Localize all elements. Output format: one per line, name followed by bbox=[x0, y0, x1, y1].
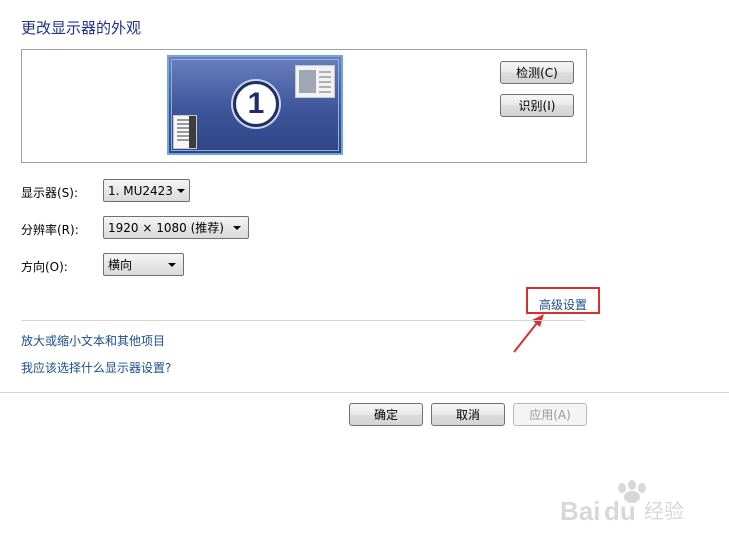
resolution-select[interactable]: 1920 × 1080 (推荐) bbox=[103, 216, 249, 239]
which-settings-link[interactable]: 我应该选择什么显示器设置? bbox=[21, 359, 171, 376]
annotation-highlight-box bbox=[526, 287, 600, 314]
chevron-down-icon bbox=[176, 188, 185, 193]
orientation-label: 方向(O): bbox=[21, 260, 68, 274]
chevron-down-icon bbox=[233, 225, 241, 230]
resolution-label: 分辨率(R): bbox=[21, 223, 79, 237]
annotation-arrow-icon bbox=[513, 314, 544, 353]
monitor-number: 1 bbox=[247, 87, 265, 120]
window-thumbnail-icon bbox=[295, 65, 335, 98]
monitor-1-thumbnail[interactable]: 1 bbox=[167, 55, 343, 155]
svg-text:du: du bbox=[604, 496, 636, 526]
svg-text:Bai: Bai bbox=[560, 496, 600, 526]
identify-button[interactable]: 识别(I) bbox=[500, 94, 574, 117]
apply-button[interactable]: 应用(A) bbox=[513, 403, 587, 426]
page-title: 更改显示器的外观 bbox=[21, 19, 142, 37]
display-label: 显示器(S): bbox=[21, 186, 79, 200]
baidu-watermark-logo: Bai du 经验 bbox=[560, 480, 684, 526]
ok-button[interactable]: 确定 bbox=[349, 403, 423, 426]
text-size-link[interactable]: 放大或缩小文本和其他项目 bbox=[21, 332, 165, 349]
footer-divider bbox=[0, 392, 729, 393]
orientation-select-value: 横向 bbox=[108, 258, 133, 272]
orientation-select[interactable]: 横向 bbox=[103, 253, 184, 276]
display-select[interactable]: 1. MU2423 bbox=[103, 179, 190, 202]
cancel-button[interactable]: 取消 bbox=[431, 403, 505, 426]
svg-text:经验: 经验 bbox=[644, 499, 684, 523]
chevron-down-icon bbox=[168, 262, 176, 267]
display-select-value: 1. MU2423 bbox=[108, 183, 173, 198]
resolution-select-value: 1920 × 1080 (推荐) bbox=[108, 221, 224, 235]
monitor-number-badge: 1 bbox=[233, 81, 279, 127]
document-thumbnail-icon bbox=[173, 115, 197, 149]
detect-button[interactable]: 检测(C) bbox=[500, 61, 574, 84]
section-divider bbox=[21, 320, 585, 321]
